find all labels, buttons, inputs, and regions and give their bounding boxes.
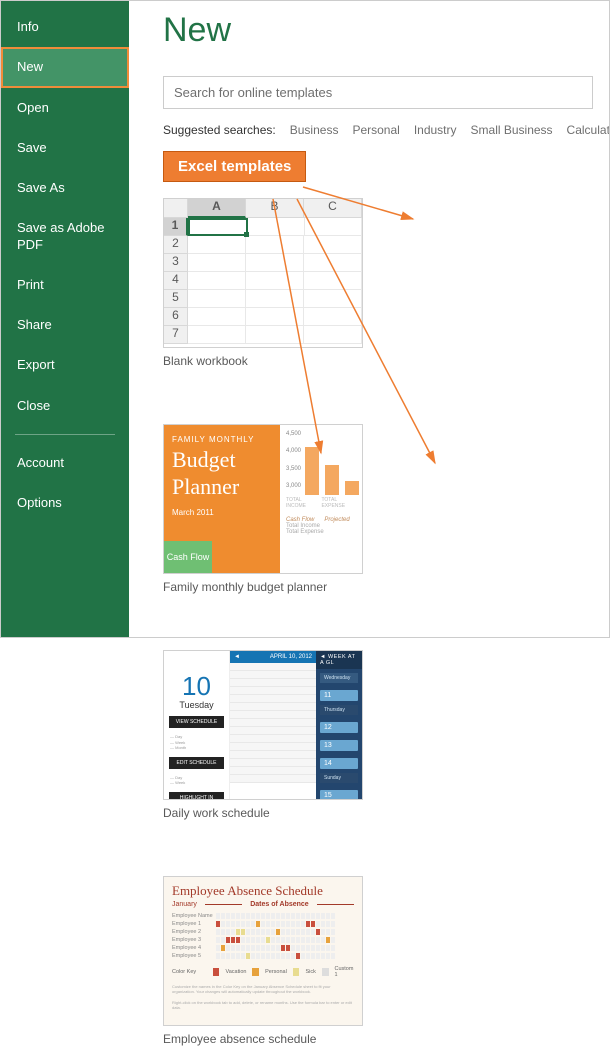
row-header-2: 2	[164, 236, 188, 254]
daily-date-number: 10	[164, 671, 229, 702]
absence-key-sick: Sick	[305, 969, 315, 975]
absence-emp-2: Employee 2	[172, 929, 214, 935]
template-caption: Employee absence schedule	[163, 1032, 363, 1046]
col-header-b: B	[246, 199, 304, 218]
absence-emp-header: Employee Name	[172, 913, 214, 919]
suggested-searches-row: Suggested searches: Business Personal In…	[163, 123, 609, 137]
backstage-sidebar: Info New Open Save Save As Save as Adobe…	[1, 1, 129, 637]
absence-note: Customize the names in the Color Key on …	[172, 984, 354, 1010]
budget-title2: Planner	[172, 475, 272, 498]
daily-pill-12: 12	[320, 722, 358, 733]
absence-emp-3: Employee 3	[172, 937, 214, 943]
search-templates-input[interactable]: Search for online templates	[163, 76, 593, 109]
budget-title1: Budget	[172, 448, 272, 471]
template-budget-planner[interactable]: FAMILY MONTHLY Budget Planner March 2011…	[163, 424, 363, 594]
template-thumb-budget[interactable]: FAMILY MONTHLY Budget Planner March 2011…	[163, 424, 363, 574]
budget-th-1: Projected	[324, 517, 349, 523]
budget-axis-2: 3,500	[286, 466, 301, 472]
absence-emp-4: Employee 4	[172, 945, 214, 951]
absence-emp-1: Employee 1	[172, 921, 214, 927]
row-header-7: 7	[164, 326, 188, 344]
sidebar-item-print[interactable]: Print	[1, 265, 129, 305]
sidebar-item-export[interactable]: Export	[1, 345, 129, 385]
daily-mid-left-arrow: ◄	[234, 654, 240, 660]
absence-month: January	[172, 901, 197, 908]
sidebar-item-save[interactable]: Save	[1, 128, 129, 168]
row-header-3: 3	[164, 254, 188, 272]
template-thumb-absence[interactable]: Employee Absence Schedule January Dates …	[163, 876, 363, 1026]
daily-date-day: Tuesday	[164, 700, 229, 710]
daily-pill-11: 11	[320, 690, 358, 701]
template-caption: Family monthly budget planner	[163, 580, 363, 594]
budget-bar-3	[345, 481, 359, 495]
template-blank-workbook[interactable]: A B C 1 2 3 4 5 6 7 Blank workbook	[163, 198, 363, 368]
budget-lbl-income: TOTAL INCOME	[286, 497, 317, 509]
daily-btn-highlight: HIGHLIGHT IN SCHEDULE	[169, 792, 224, 800]
sidebar-item-account[interactable]: Account	[1, 443, 129, 483]
sidebar-item-save-as[interactable]: Save As	[1, 168, 129, 208]
budget-bar-1	[305, 447, 319, 495]
col-header-c: C	[304, 199, 362, 218]
col-header-a: A	[188, 199, 246, 218]
suggested-small-business[interactable]: Small Business	[471, 123, 553, 137]
absence-key-custom: Custom 1	[335, 966, 355, 978]
template-thumb-blank[interactable]: A B C 1 2 3 4 5 6 7	[163, 198, 363, 348]
daily-pill-14: 14	[320, 758, 358, 769]
absence-emp-5: Employee 5	[172, 953, 214, 959]
row-header-1: 1	[164, 218, 188, 236]
suggested-label: Suggested searches:	[163, 123, 276, 137]
budget-axis-0: 4,500	[286, 431, 301, 437]
daily-right-day: Wednesday	[320, 673, 358, 683]
row-header-5: 5	[164, 290, 188, 308]
absence-title: Employee Absence Schedule	[164, 877, 362, 901]
budget-overline: FAMILY MONTHLY	[172, 435, 272, 444]
template-thumb-daily[interactable]: 10 Tuesday VIEW SCHEDULE — Day— Week— Mo…	[163, 650, 363, 800]
daily-right-head: ◄ WEEK AT A GL	[316, 651, 362, 669]
budget-cash-tile: Cash Flow	[164, 541, 212, 573]
row-header-4: 4	[164, 272, 188, 290]
templates-grid: A B C 1 2 3 4 5 6 7 Blank workbook F	[163, 198, 609, 1046]
sidebar-item-info[interactable]: Info	[1, 7, 129, 47]
template-caption: Blank workbook	[163, 354, 363, 368]
sidebar-item-open[interactable]: Open	[1, 88, 129, 128]
budget-date: March 2011	[172, 508, 272, 517]
sidebar-item-close[interactable]: Close	[1, 386, 129, 426]
sidebar-divider	[15, 434, 115, 435]
absence-key-vacation: Vacation	[225, 969, 246, 975]
daily-btn-view: VIEW SCHEDULE	[169, 716, 224, 728]
page-title: New	[163, 11, 609, 50]
sidebar-item-options[interactable]: Options	[1, 483, 129, 523]
budget-tr-1: Total Expense	[286, 529, 324, 535]
template-daily-work[interactable]: 10 Tuesday VIEW SCHEDULE — Day— Week— Mo…	[163, 650, 363, 820]
daily-btn-edit: EDIT SCHEDULE	[169, 757, 224, 769]
absence-dates-label: Dates of Absence	[250, 901, 308, 908]
daily-mid-date: APRIL 10, 2012	[270, 654, 312, 660]
sidebar-item-new[interactable]: New	[1, 47, 129, 87]
suggested-industry[interactable]: Industry	[414, 123, 457, 137]
row-header-6: 6	[164, 308, 188, 326]
annotation-badge: Excel templates	[163, 151, 306, 182]
budget-axis-1: 4,000	[286, 448, 301, 454]
absence-key-label: Color Key	[172, 969, 207, 975]
daily-pill-15: 15	[320, 790, 358, 800]
suggested-personal[interactable]: Personal	[352, 123, 399, 137]
budget-lbl-expense: TOTAL EXPENSE	[321, 497, 356, 509]
budget-axis-3: 3,000	[286, 483, 301, 489]
absence-key-personal: Personal	[265, 969, 287, 975]
daily-pill-13: 13	[320, 740, 358, 751]
template-caption: Daily work schedule	[163, 806, 363, 820]
sidebar-item-share[interactable]: Share	[1, 305, 129, 345]
sidebar-item-save-adobe-pdf[interactable]: Save as Adobe PDF	[1, 208, 129, 265]
suggested-business[interactable]: Business	[290, 123, 339, 137]
suggested-calculator[interactable]: Calculator	[567, 123, 609, 137]
template-absence-schedule[interactable]: Employee Absence Schedule January Dates …	[163, 876, 363, 1046]
budget-bar-2	[325, 465, 339, 495]
main-panel: New Search for online templates Suggeste…	[129, 1, 609, 637]
